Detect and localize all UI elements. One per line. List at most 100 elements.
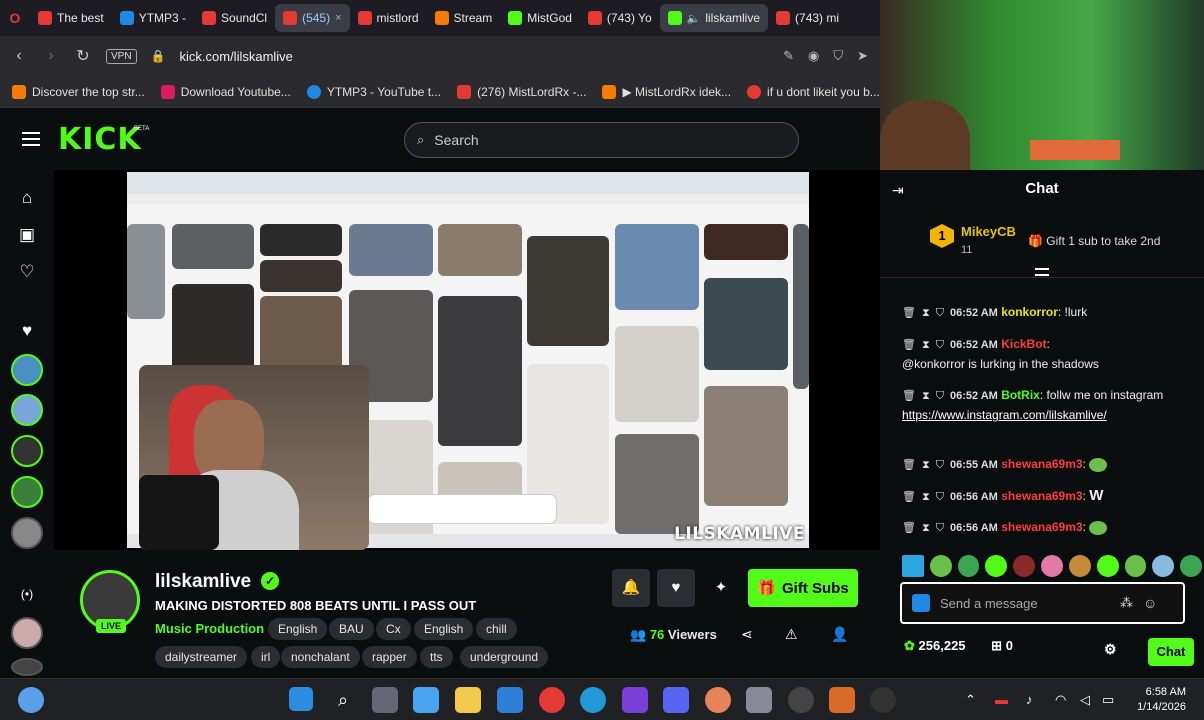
bookmark-item[interactable]: if u dont likeit you b... xyxy=(747,84,880,99)
home-icon[interactable]: ⌂ xyxy=(16,187,38,209)
edit-icon[interactable]: ✎ xyxy=(783,48,794,64)
live-broadcast-icon[interactable]: (•) xyxy=(16,583,38,605)
battery-icon[interactable]: ▭ xyxy=(1102,692,1114,708)
browse-icon[interactable]: ▣ xyxy=(16,224,38,246)
browser-tab[interactable]: mistlord xyxy=(350,4,427,32)
gift-sub-prompt[interactable]: 🎁 Gift 1 sub to take 2nd xyxy=(1028,234,1160,248)
browser-tab[interactable]: Stream xyxy=(427,4,501,32)
followed-channel-avatar[interactable] xyxy=(11,354,43,386)
browser-tab[interactable]: (743) mi xyxy=(768,4,847,32)
message-user[interactable]: shewana69m3 xyxy=(1001,520,1082,534)
browser-tab[interactable]: (545) × xyxy=(275,4,350,32)
followed-channel-avatar[interactable] xyxy=(11,517,43,549)
share-icon[interactable]: ⋖ xyxy=(741,626,753,643)
gift-subs-button[interactable]: 🎁 Gift Subs xyxy=(748,569,858,607)
frog-emote-icon[interactable] xyxy=(1180,555,1202,577)
shield-icon[interactable]: ⛉ xyxy=(833,48,843,64)
browser-tab[interactable]: SoundCl xyxy=(194,4,275,32)
tag-chip[interactable]: rapper xyxy=(362,646,417,668)
emoji-icon[interactable]: ☺ xyxy=(1143,595,1157,611)
tag-chip[interactable]: BAU xyxy=(329,618,374,640)
tag-chip[interactable]: chill xyxy=(476,618,517,640)
copilot-icon[interactable] xyxy=(413,687,439,713)
delete-icon[interactable]: 🗑 xyxy=(902,459,916,471)
kick-logo[interactable]: KICK xyxy=(58,122,142,157)
channel-points[interactable]: 256,225 xyxy=(919,638,966,653)
media-icon[interactable] xyxy=(622,687,648,713)
media-player-icon[interactable] xyxy=(870,687,896,713)
bookmark-item[interactable]: YTMP3 - YouTube t... xyxy=(306,84,441,99)
tag-chip[interactable]: underground xyxy=(460,646,549,668)
delete-icon[interactable]: 🗑 xyxy=(902,307,916,319)
back-icon[interactable]: ‹ xyxy=(10,47,28,65)
recommended-channel-avatar[interactable] xyxy=(11,658,43,676)
notifications-button[interactable]: 🔔 xyxy=(612,569,650,607)
browser-tab[interactable]: YTMP3 - xyxy=(112,4,194,32)
message-user[interactable]: konkorror xyxy=(1001,305,1058,319)
speaker-icon[interactable]: 🔈 xyxy=(687,12,701,25)
vpn-badge[interactable]: VPN xyxy=(106,48,137,64)
ban-icon[interactable]: ⛉ xyxy=(936,307,944,319)
opera-icon[interactable] xyxy=(539,687,565,713)
ban-icon[interactable]: ⛉ xyxy=(936,339,944,351)
chat-send-button[interactable]: Chat xyxy=(1148,638,1194,666)
obs-icon[interactable] xyxy=(788,687,814,713)
weather-icon[interactable] xyxy=(18,687,44,713)
frog-emote-icon[interactable] xyxy=(957,555,980,577)
timeout-icon[interactable]: ⧗ xyxy=(922,491,930,503)
tray-app-icon[interactable]: ▬ xyxy=(995,692,1008,707)
tag-chip[interactable]: Cx xyxy=(376,618,411,640)
message-user[interactable]: BotRix xyxy=(1001,388,1040,402)
frog-emote-icon[interactable] xyxy=(929,555,952,577)
message-user[interactable]: shewana69m3 xyxy=(1001,457,1082,471)
followed-channel-avatar[interactable] xyxy=(11,476,43,508)
discord-icon[interactable] xyxy=(663,687,689,713)
recommended-channel-avatar[interactable] xyxy=(11,617,43,649)
following-heart-icon[interactable]: ♡ xyxy=(16,261,38,283)
sparkle-button[interactable]: ✦ xyxy=(702,569,740,607)
report-icon[interactable]: ⚠ xyxy=(785,626,798,643)
timeout-icon[interactable]: ⧗ xyxy=(922,307,930,319)
delete-icon[interactable]: 🗑 xyxy=(902,339,916,351)
clock[interactable]: 6:58 AM 1/14/2026 xyxy=(1137,685,1186,715)
stream-category[interactable]: Music Production xyxy=(155,621,264,636)
face-emote-icon[interactable] xyxy=(1068,555,1091,577)
followed-channel-avatar[interactable] xyxy=(11,394,43,426)
microphone-icon[interactable]: ♪ xyxy=(1026,692,1033,707)
ban-icon[interactable]: ⛉ xyxy=(936,390,944,402)
timeout-icon[interactable]: ⧗ xyxy=(922,390,930,402)
url-field[interactable]: kick.com/lilskamlive xyxy=(180,49,293,64)
tab-close-icon[interactable]: × xyxy=(335,12,341,24)
timeout-icon[interactable]: ⧗ xyxy=(922,522,930,534)
bookmark-item[interactable]: ▶ MistLordRx idek... xyxy=(602,84,731,99)
channel-name[interactable]: lilskamlive xyxy=(155,571,251,593)
browser-tab[interactable]: The best xyxy=(30,4,112,32)
pink-emote-icon[interactable] xyxy=(1041,555,1063,577)
follow-button[interactable]: ♥ xyxy=(657,569,695,607)
timeout-icon[interactable]: ⧗ xyxy=(922,339,930,351)
search-icon[interactable]: ⌕ xyxy=(330,687,356,713)
volume-icon[interactable]: ◁ xyxy=(1080,692,1090,708)
ban-icon[interactable]: ⛉ xyxy=(936,522,944,534)
hamburger-menu-icon[interactable] xyxy=(22,132,40,146)
camera-icon[interactable]: ◉ xyxy=(808,48,819,64)
gift-count[interactable]: 0 xyxy=(1006,638,1013,653)
app-icon[interactable] xyxy=(705,687,731,713)
ban-icon[interactable]: ⛉ xyxy=(936,491,944,503)
start-icon[interactable] xyxy=(289,687,313,711)
app-icon[interactable] xyxy=(497,687,523,713)
tray-chevron-icon[interactable]: ⌃ xyxy=(965,692,976,708)
tag-chip[interactable]: dailystreamer xyxy=(155,646,248,668)
user-settings-icon[interactable]: 👤 xyxy=(831,626,848,643)
search-input[interactable] xyxy=(434,132,755,148)
chat-settings-icon[interactable]: ⚙ xyxy=(1104,641,1117,658)
task-view-icon[interactable] xyxy=(372,687,398,713)
tag-chip[interactable]: English xyxy=(268,618,328,640)
opera-logo-icon[interactable]: O xyxy=(0,10,30,26)
delete-icon[interactable]: 🗑 xyxy=(902,491,916,503)
forward-icon[interactable]: › xyxy=(42,47,60,65)
tag-chip[interactable]: nonchalant xyxy=(281,646,360,668)
green-emote-icon[interactable] xyxy=(985,555,1008,577)
tag-chip[interactable]: English xyxy=(414,618,474,640)
red-emote-icon[interactable] xyxy=(1013,555,1036,577)
